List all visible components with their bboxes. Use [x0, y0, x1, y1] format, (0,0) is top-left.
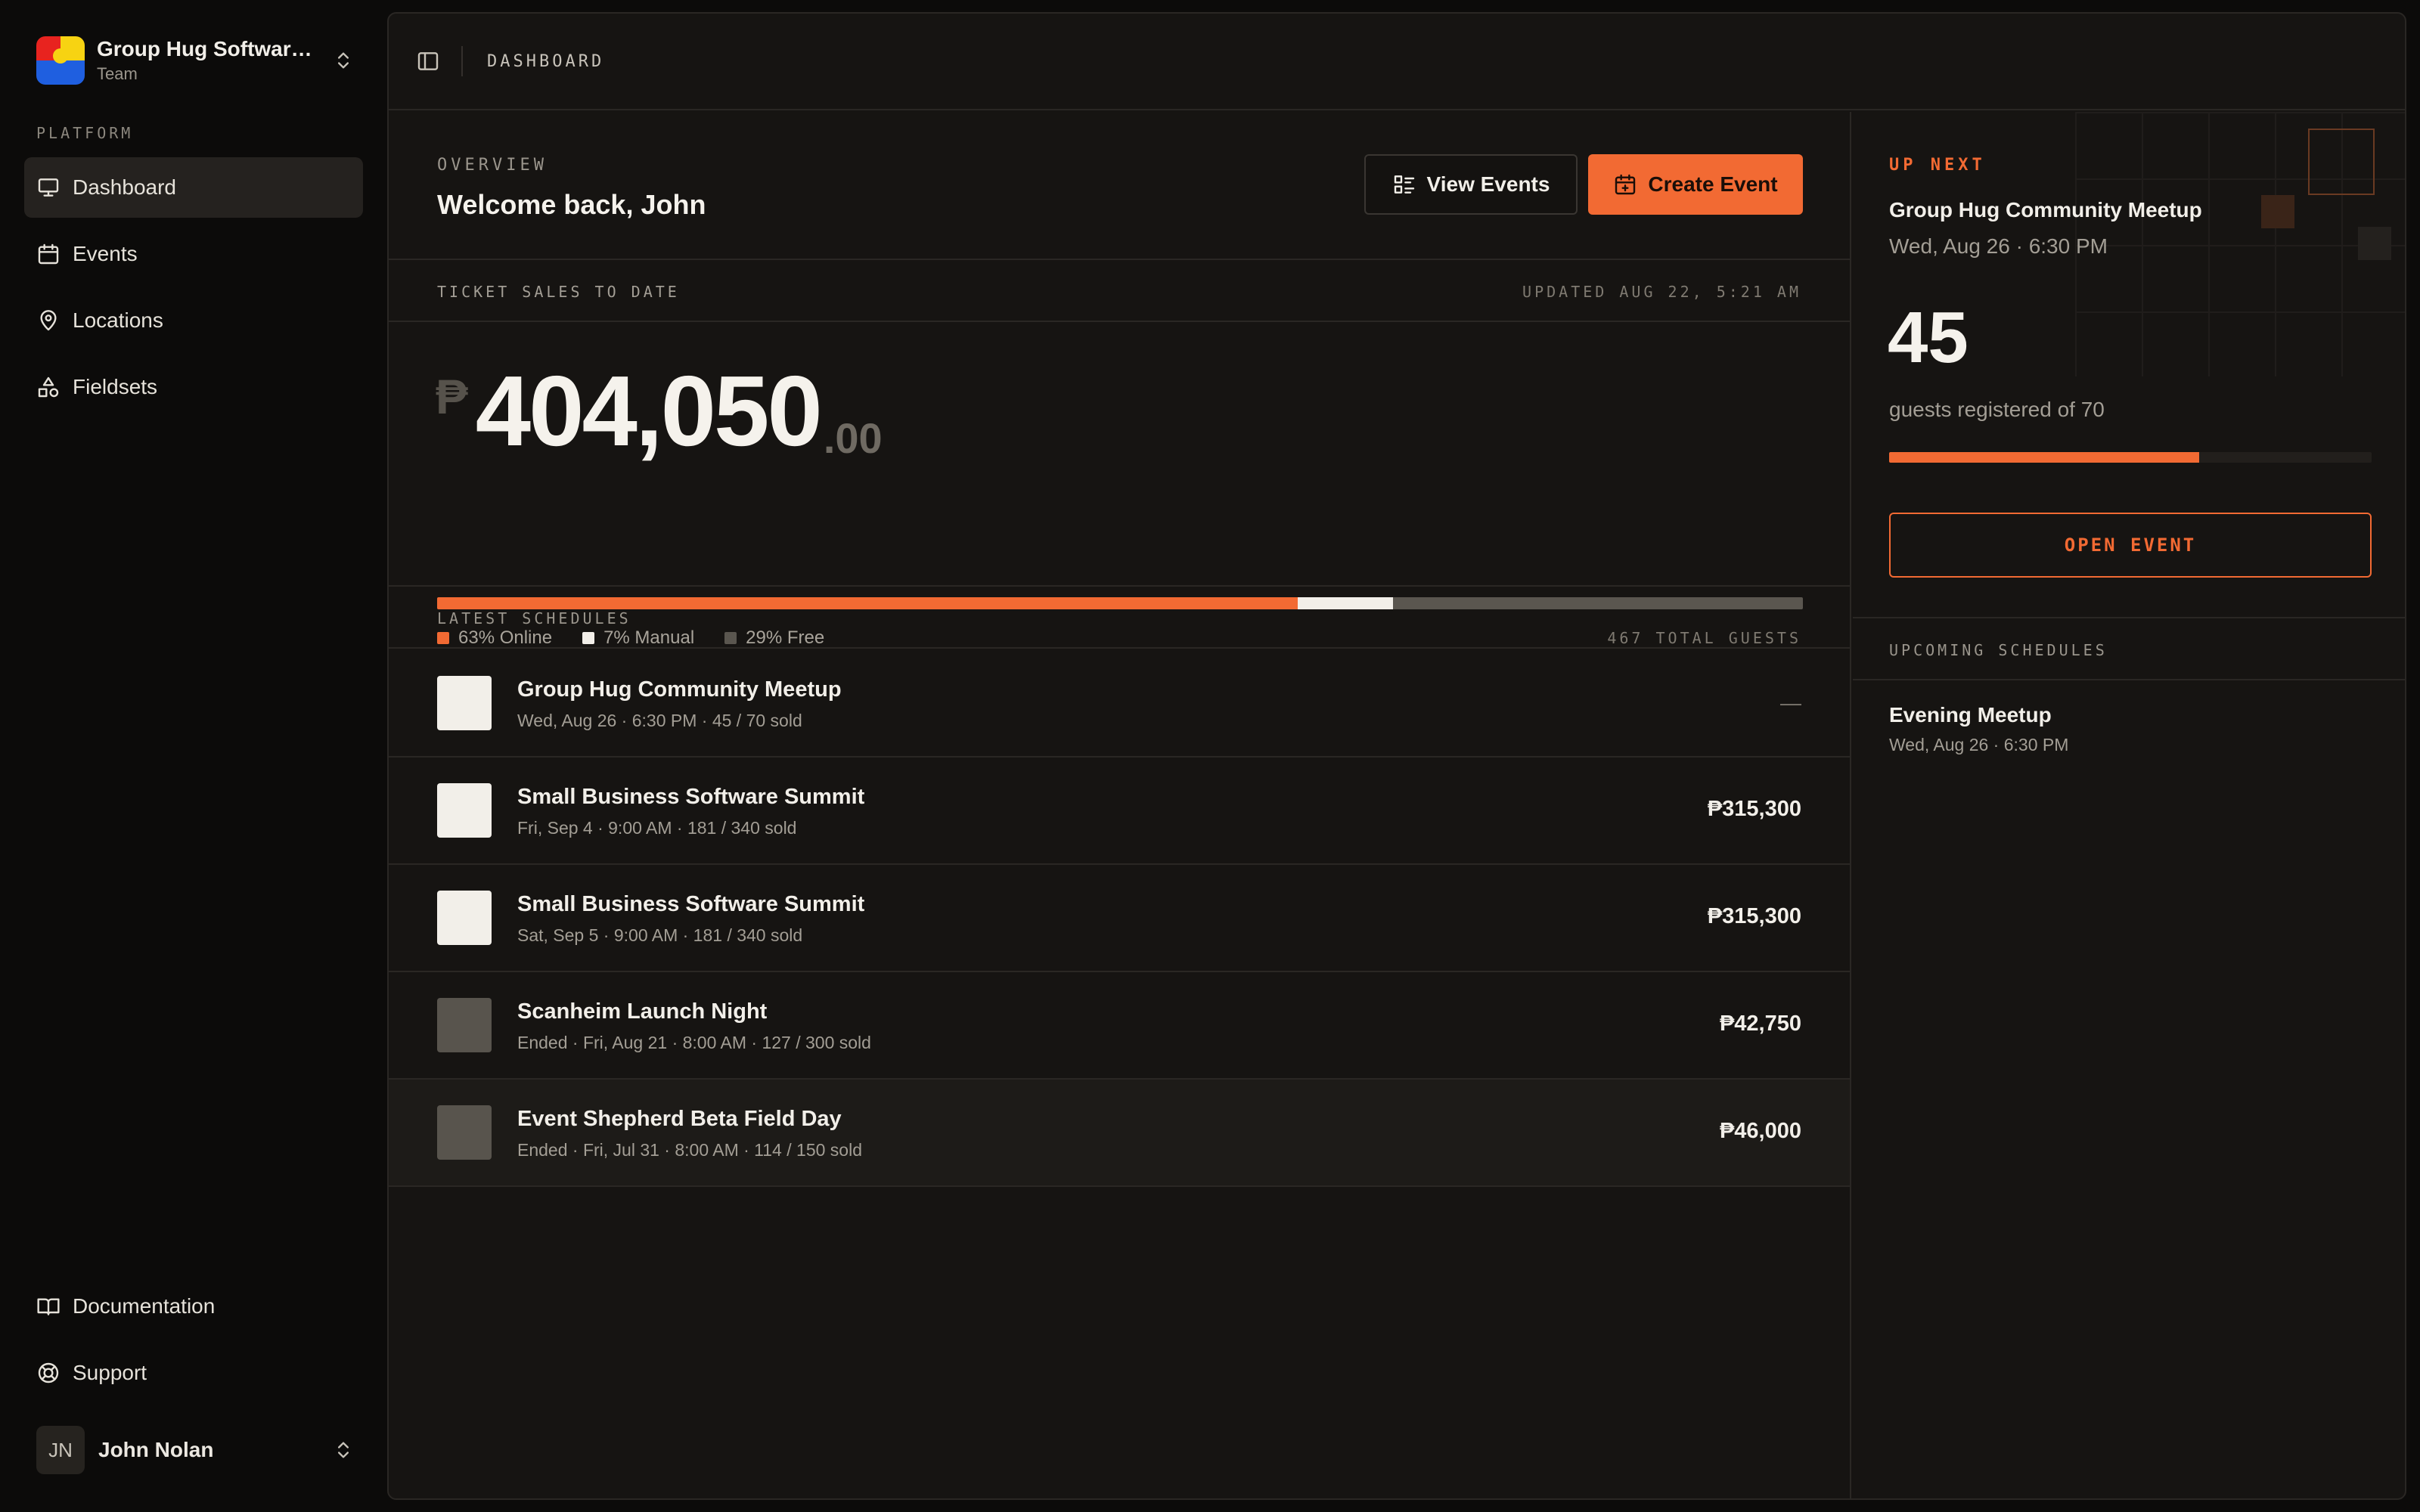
- nav-section-label: PLATFORM: [36, 124, 134, 142]
- view-events-label: View Events: [1426, 172, 1550, 196]
- latest-schedules-label: LATEST SCHEDULES: [437, 609, 631, 627]
- upcoming-item-title[interactable]: Evening Meetup: [1889, 703, 2052, 727]
- sidebar-item-documentation[interactable]: Documentation: [24, 1276, 363, 1337]
- up-next-card: UP NEXT Group Hug Community Meetup Wed, …: [1853, 112, 2405, 618]
- schedule-title: Group Hug Community Meetup: [517, 677, 842, 702]
- lifebuoy-icon: [38, 1362, 59, 1383]
- map-pin-icon: [40, 310, 57, 331]
- main-panel: DASHBOARD OVERVIEW Welcome back, John Vi…: [387, 12, 2406, 1500]
- schedule-meta: Ended · Fri, Aug 21 · 8:00 AM · 127 / 30…: [517, 1033, 871, 1052]
- decoration-square: [2358, 227, 2391, 260]
- sidebar-item-label: Support: [73, 1361, 147, 1384]
- create-event-label: Create Event: [1648, 172, 1778, 196]
- currency-symbol: ₱: [436, 370, 468, 424]
- schedule-meta: Wed, Aug 26 · 6:30 PM · 45 / 70 sold: [517, 711, 802, 730]
- shapes-icon: [38, 376, 59, 398]
- schedule-title: Small Business Software Summit: [517, 785, 865, 809]
- table-row[interactable]: Small Business Software Summit Sat, Sep 5…: [389, 865, 1850, 972]
- schedule-revenue: —: [1780, 691, 1801, 714]
- dashboard-content: OVERVIEW Welcome back, John View Events …: [389, 112, 1851, 1498]
- ticket-sales-header: TICKET SALES TO DATE UPDATED AUG 22, 5:2…: [389, 262, 1850, 322]
- chevrons-up-down-icon: [338, 52, 349, 69]
- open-event-button[interactable]: OPEN EVENT: [1889, 513, 2372, 578]
- book-icon: [37, 1298, 60, 1315]
- schedule-revenue: ₱315,300: [1707, 904, 1801, 928]
- event-thumbnail: [437, 891, 492, 945]
- sidebar-item-dashboard[interactable]: Dashboard: [24, 157, 363, 218]
- sidebar-item-label: Documentation: [73, 1294, 216, 1318]
- up-next-label: UP NEXT: [1889, 156, 1986, 175]
- sidebar-item-label: Dashboard: [73, 175, 176, 199]
- sidebar-item-support[interactable]: Support: [24, 1343, 363, 1403]
- registration-progress-fill: [1889, 452, 2200, 463]
- user-name: John Nolan: [98, 1438, 214, 1461]
- event-thumbnail: [437, 1105, 492, 1160]
- schedule-title: Event Shepherd Beta Field Day: [517, 1107, 842, 1131]
- topbar-divider: [461, 46, 463, 76]
- event-thumbnail: [437, 998, 492, 1052]
- schedule-revenue: ₱315,300: [1707, 797, 1801, 821]
- sidebar-item-label: Locations: [73, 308, 163, 332]
- sales-amount: ₱ 404,050 .00: [436, 358, 883, 472]
- create-event-button[interactable]: Create Event: [1588, 154, 1803, 215]
- sidebar: Group Hug Software... Team PLATFORM Dash…: [0, 0, 386, 1512]
- calendar-icon: [38, 243, 59, 265]
- ticket-sales-label: TICKET SALES TO DATE: [437, 283, 680, 301]
- sidebar-item-events[interactable]: Events: [24, 224, 363, 284]
- page-title: Welcome back, John: [437, 189, 706, 220]
- overview-eyebrow: OVERVIEW: [437, 156, 548, 175]
- schedule-revenue: ₱42,750: [1719, 1012, 1801, 1036]
- right-column: UP NEXT Group Hug Community Meetup Wed, …: [1853, 112, 2405, 1498]
- team-switcher[interactable]: Group Hug Software... Team: [36, 35, 354, 86]
- event-thumbnail: [437, 783, 492, 838]
- upcoming-item-meta: Wed, Aug 26 · 6:30 PM: [1889, 735, 2069, 754]
- avatar: JN: [36, 1426, 85, 1474]
- registered-caption: guests registered of 70: [1889, 398, 2105, 421]
- sales-amount-decimals: .00: [823, 414, 883, 462]
- schedule-revenue: ₱46,000: [1719, 1119, 1801, 1143]
- up-next-title: Group Hug Community Meetup: [1889, 198, 2202, 222]
- registered-count: 45: [1888, 297, 1969, 378]
- schedule-meta: Fri, Sep 4 · 9:00 AM · 181 / 340 sold: [517, 818, 797, 838]
- schedule-title: Small Business Software Summit: [517, 892, 865, 916]
- upcoming-schedules-label: UPCOMING SCHEDULES: [1889, 641, 2108, 659]
- upcoming-schedules-header: UPCOMING SCHEDULES: [1853, 620, 2405, 680]
- overview-header: OVERVIEW Welcome back, John View Events …: [389, 112, 1850, 260]
- schedule-title: Scanheim Launch Night: [517, 999, 768, 1024]
- breadcrumb: DASHBOARD: [487, 51, 605, 71]
- updated-timestamp: UPDATED AUG 22, 5:21 AM: [1522, 283, 1801, 301]
- chevrons-up-down-icon: [338, 1442, 349, 1458]
- table-row[interactable]: Group Hug Community Meetup Wed, Aug 26 · …: [389, 650, 1850, 758]
- team-name: Group Hug Software...: [97, 37, 316, 60]
- table-row[interactable]: Event Shepherd Beta Field Day Ended · Fri…: [389, 1080, 1850, 1187]
- table-row[interactable]: Scanheim Launch Night Ended · Fri, Aug 21…: [389, 972, 1850, 1080]
- schedule-meta: Ended · Fri, Jul 31 · 8:00 AM · 114 / 15…: [517, 1140, 862, 1160]
- schedule-meta: Sat, Sep 5 · 9:00 AM · 181 / 340 sold: [517, 925, 803, 945]
- view-events-button[interactable]: View Events: [1364, 154, 1578, 215]
- list-icon: [1394, 175, 1414, 194]
- calendar-plus-icon: [1615, 174, 1636, 195]
- sidebar-toggle-icon[interactable]: [416, 49, 440, 73]
- decoration-square: [2261, 195, 2294, 228]
- sidebar-item-label: Events: [73, 242, 138, 265]
- sidebar-item-fieldsets[interactable]: Fieldsets: [24, 357, 363, 417]
- registration-progress: [1889, 452, 2372, 463]
- event-thumbnail: [437, 676, 492, 730]
- user-menu[interactable]: JN John Nolan: [36, 1421, 354, 1479]
- topbar: DASHBOARD: [389, 14, 2405, 110]
- sidebar-item-label: Fieldsets: [73, 375, 158, 398]
- up-next-date: Wed, Aug 26 · 6:30 PM: [1889, 234, 2108, 258]
- team-logo: [36, 36, 85, 85]
- ticket-sales-card: TICKET SALES TO DATE UPDATED AUG 22, 5:2…: [389, 262, 1850, 648]
- monitor-icon: [38, 178, 59, 197]
- latest-schedules-header: LATEST SCHEDULES: [389, 588, 1850, 649]
- table-row[interactable]: Small Business Software Summit Fri, Sep 4…: [389, 758, 1850, 865]
- sales-amount-value: 404,050: [475, 355, 823, 466]
- sidebar-item-locations[interactable]: Locations: [24, 290, 363, 351]
- decoration-square: [2308, 129, 2375, 195]
- team-plan: Team: [97, 64, 138, 83]
